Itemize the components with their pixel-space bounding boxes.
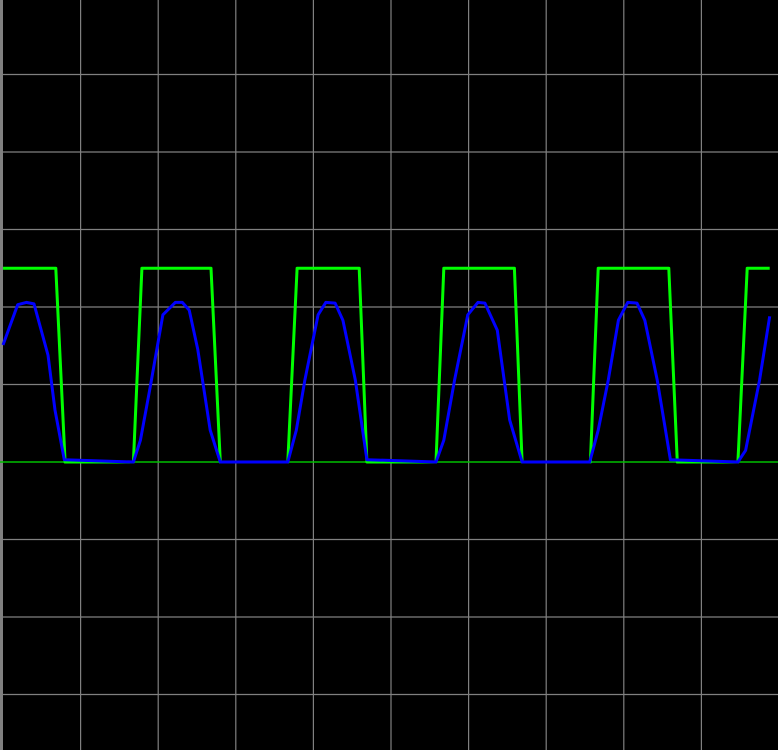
plot-background xyxy=(0,0,778,750)
oscilloscope-plot xyxy=(0,0,778,750)
